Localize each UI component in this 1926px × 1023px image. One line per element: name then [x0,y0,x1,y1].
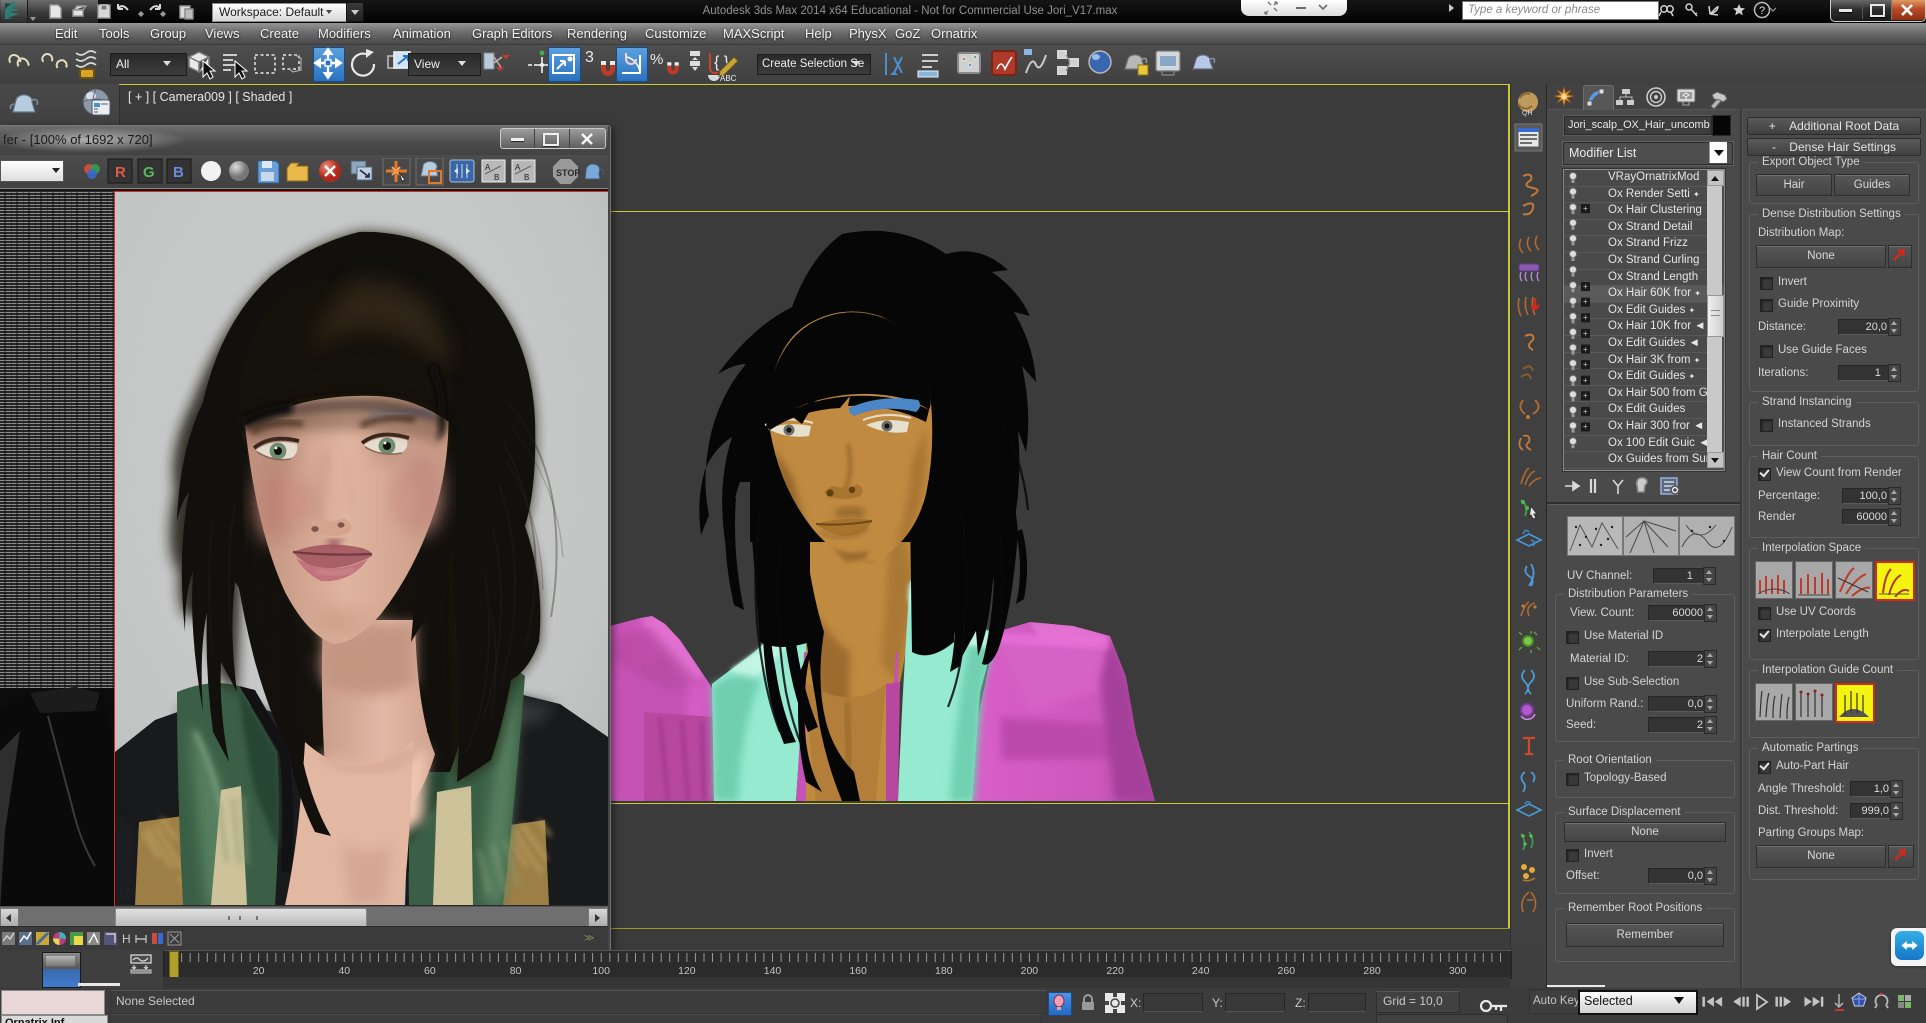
svg-text:280: 280 [1363,965,1381,977]
svg-text:300: 300 [1449,965,1467,977]
svg-text:240: 240 [1192,965,1210,977]
svg-text:?: ? [1759,5,1765,17]
svg-text:G: G [143,164,155,181]
svg-text:220: 220 [1106,965,1124,977]
svg-text:100: 100 [592,965,610,977]
svg-text:H: H [122,932,131,946]
svg-text:+: + [1583,391,1588,400]
svg-text:200: 200 [1021,965,1039,977]
svg-text:+: + [1583,204,1588,213]
svg-text:STOP: STOP [556,168,580,178]
svg-text:A: A [515,163,521,172]
svg-text:B: B [173,164,184,181]
svg-text:+: + [1583,313,1588,322]
svg-text:180: 180 [935,965,953,977]
svg-text:B: B [494,173,499,182]
svg-text:+: + [1583,282,1588,291]
svg-text:260: 260 [1278,965,1296,977]
svg-text:80: 80 [510,965,522,977]
svg-text:ABC: ABC [720,74,737,83]
svg-text:40: 40 [338,965,350,977]
svg-text:+: + [1583,376,1588,385]
svg-text:120: 120 [678,965,696,977]
svg-text:+: + [1583,329,1588,338]
svg-text:60: 60 [424,965,436,977]
svg-text:20: 20 [253,965,265,977]
svg-text:A: A [485,163,491,172]
svg-text:+: + [1583,422,1588,431]
svg-text:140: 140 [764,965,782,977]
svg-text:+: + [1583,407,1588,416]
svg-text:QH: QH [1522,110,1533,117]
svg-text:B: B [524,173,529,182]
svg-text:160: 160 [849,965,867,977]
svg-text:+: + [1583,345,1588,354]
svg-text:R: R [115,164,126,181]
svg-text:+: + [1583,360,1588,369]
svg-text:+: + [1583,297,1588,306]
